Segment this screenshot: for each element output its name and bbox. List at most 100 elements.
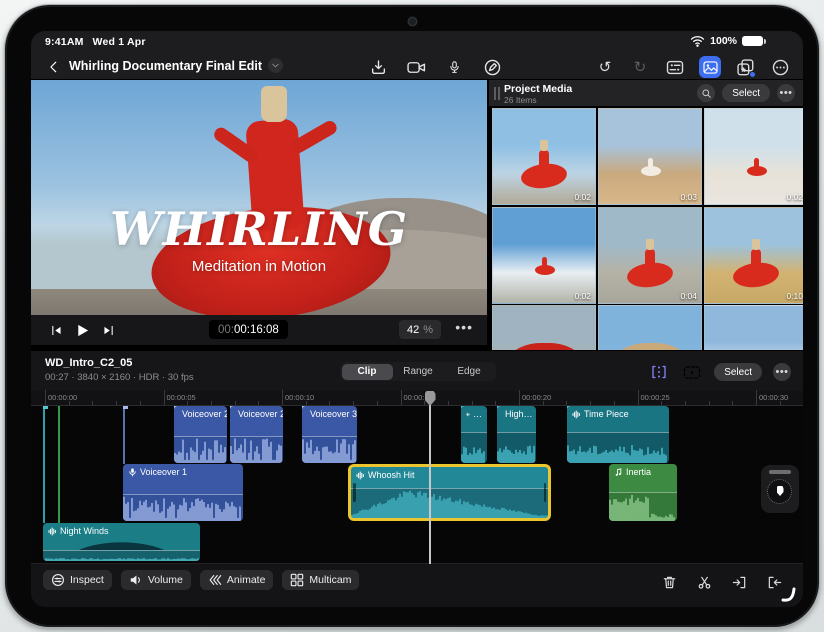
timeline-clip[interactable]: Night Winds xyxy=(43,523,200,561)
animate-button[interactable]: Animate xyxy=(199,570,274,590)
timeline-clip[interactable]: Voiceover 2 xyxy=(230,406,283,463)
thumb-figure-hat xyxy=(646,238,654,250)
play-button[interactable] xyxy=(71,319,93,341)
ruler-tick xyxy=(424,401,426,405)
timeline-clip[interactable]: Voiceover 1 xyxy=(123,464,243,521)
media-thumbnail[interactable]: 0:02 xyxy=(704,108,803,205)
ruler-tick xyxy=(282,390,283,405)
connect-icon xyxy=(650,364,668,380)
import-button[interactable] xyxy=(367,56,389,78)
trash-button[interactable] xyxy=(658,571,680,593)
panel-drag-handle[interactable] xyxy=(494,87,500,100)
record-video-button[interactable] xyxy=(405,56,427,78)
clip-marker xyxy=(43,406,48,409)
segment-clip[interactable]: Clip xyxy=(341,363,393,380)
clip-waveform xyxy=(609,492,677,521)
media-thumbnail[interactable] xyxy=(598,305,702,350)
status-date: Wed 1 Apr xyxy=(92,36,146,48)
media-thumbnail[interactable] xyxy=(492,305,596,350)
media-thumbnail[interactable]: 0:02 xyxy=(492,108,596,205)
overlay-view-button[interactable] xyxy=(681,361,703,383)
segment-edge[interactable]: Edge xyxy=(444,364,495,380)
timeline-clip[interactable]: High… xyxy=(497,406,536,463)
segment-range[interactable]: Range xyxy=(393,364,444,380)
ruler-tick xyxy=(542,401,544,405)
zoom-value: 42 xyxy=(406,323,420,336)
ruler-tick xyxy=(708,401,710,405)
ruler-label: 00:00:05 xyxy=(166,393,196,402)
ruler-tick xyxy=(519,390,520,405)
more-button[interactable] xyxy=(769,56,791,78)
ruler-tick xyxy=(779,401,781,405)
timeline-clip[interactable]: Time Piece xyxy=(567,406,669,463)
effects-button[interactable] xyxy=(734,56,756,78)
redo-button[interactable]: ↻ xyxy=(629,56,651,78)
video-frame[interactable]: WHIRLING Meditation in Motion xyxy=(31,80,487,315)
effects-badge xyxy=(750,72,755,77)
viewer-more-button[interactable]: ••• xyxy=(455,319,473,335)
ruler-tick xyxy=(329,401,331,405)
inspector-button[interactable] xyxy=(664,56,686,78)
clip-duration-badge: 0:03 xyxy=(680,192,697,202)
back-button[interactable] xyxy=(43,56,65,78)
multicam-button[interactable]: Multicam xyxy=(282,570,360,590)
pencil-button[interactable] xyxy=(481,56,503,78)
camera-icon xyxy=(406,60,426,75)
timecode-display[interactable]: 00: 00:16:08 xyxy=(209,320,288,339)
volume-button[interactable]: Volume xyxy=(120,570,191,590)
media-more-button[interactable]: ••• xyxy=(777,84,795,102)
project-title-menu[interactable]: Whirling Documentary Final Edit xyxy=(69,58,284,73)
blade-button[interactable] xyxy=(693,571,715,593)
button-label: Animate xyxy=(226,574,266,586)
timeline-clip[interactable]: Voiceover 2 xyxy=(174,406,227,463)
trim-handle[interactable] xyxy=(543,482,546,503)
overlay-icon xyxy=(683,365,701,380)
ellipsis-icon: ••• xyxy=(779,87,793,99)
timeline-more-button[interactable]: ••• xyxy=(773,363,791,381)
ruler-tick xyxy=(139,401,141,405)
ruler-tick xyxy=(68,401,70,405)
insert-left-button[interactable] xyxy=(728,571,750,593)
timeline-clip[interactable]: … xyxy=(461,406,487,463)
timeline-clip[interactable]: Voiceover 3 xyxy=(302,406,357,463)
clip-duration-badge: 0:02 xyxy=(574,192,591,202)
insert-left-icon xyxy=(732,575,747,590)
timeline-right-icons xyxy=(658,571,785,593)
video-title-text: WHIRLING xyxy=(109,202,409,256)
timeline-clip[interactable]: Inertia xyxy=(609,464,677,521)
skip-forward-button[interactable] xyxy=(97,319,119,341)
media-browser-button[interactable] xyxy=(699,56,721,78)
clip-header: … xyxy=(461,406,487,422)
search-button[interactable] xyxy=(697,84,716,102)
inspect-button[interactable]: Inspect xyxy=(43,570,112,590)
clip-label: Inertia xyxy=(626,467,652,477)
timeline-select-button[interactable]: Select xyxy=(714,363,762,381)
jog-wheel[interactable] xyxy=(761,465,799,513)
undo-button[interactable]: ↺ xyxy=(594,56,616,78)
clip-header: Time Piece xyxy=(567,406,669,422)
media-thumbnail[interactable]: 0:04 xyxy=(598,206,702,304)
clip-waveform xyxy=(43,550,200,561)
media-thumbnail[interactable] xyxy=(704,305,803,350)
record-audio-button[interactable] xyxy=(443,56,465,78)
timeline-clip[interactable]: Whoosh Hit xyxy=(348,464,551,521)
media-thumbnail[interactable]: 0:03 xyxy=(598,108,702,205)
skip-back-button[interactable] xyxy=(45,319,67,341)
media-thumbnail[interactable]: 0:10 xyxy=(704,206,803,304)
playhead[interactable] xyxy=(424,391,436,564)
skip-forward-icon xyxy=(102,324,115,337)
connect-clip-button[interactable] xyxy=(648,361,670,383)
search-icon xyxy=(701,88,712,99)
trim-handle[interactable] xyxy=(353,482,356,503)
ruler-tick xyxy=(447,401,449,405)
thumb-figure xyxy=(747,166,767,176)
media-thumbnail[interactable]: 0:02 xyxy=(492,206,596,304)
ruler-tick xyxy=(376,401,378,405)
media-select-button[interactable]: Select xyxy=(722,84,770,102)
zoom-level-button[interactable]: 42% xyxy=(398,320,441,339)
button-label: Volume xyxy=(147,574,183,586)
ruler-tick xyxy=(234,401,236,405)
timeline-ruler[interactable]: 00:00:00 00:00:05 00:00:10 00:00:15 00:00:20… xyxy=(31,390,803,406)
inspect-icon xyxy=(51,573,65,587)
viewer-pane: WHIRLING Meditation in Motion 00: 00:16:0… xyxy=(31,80,487,345)
